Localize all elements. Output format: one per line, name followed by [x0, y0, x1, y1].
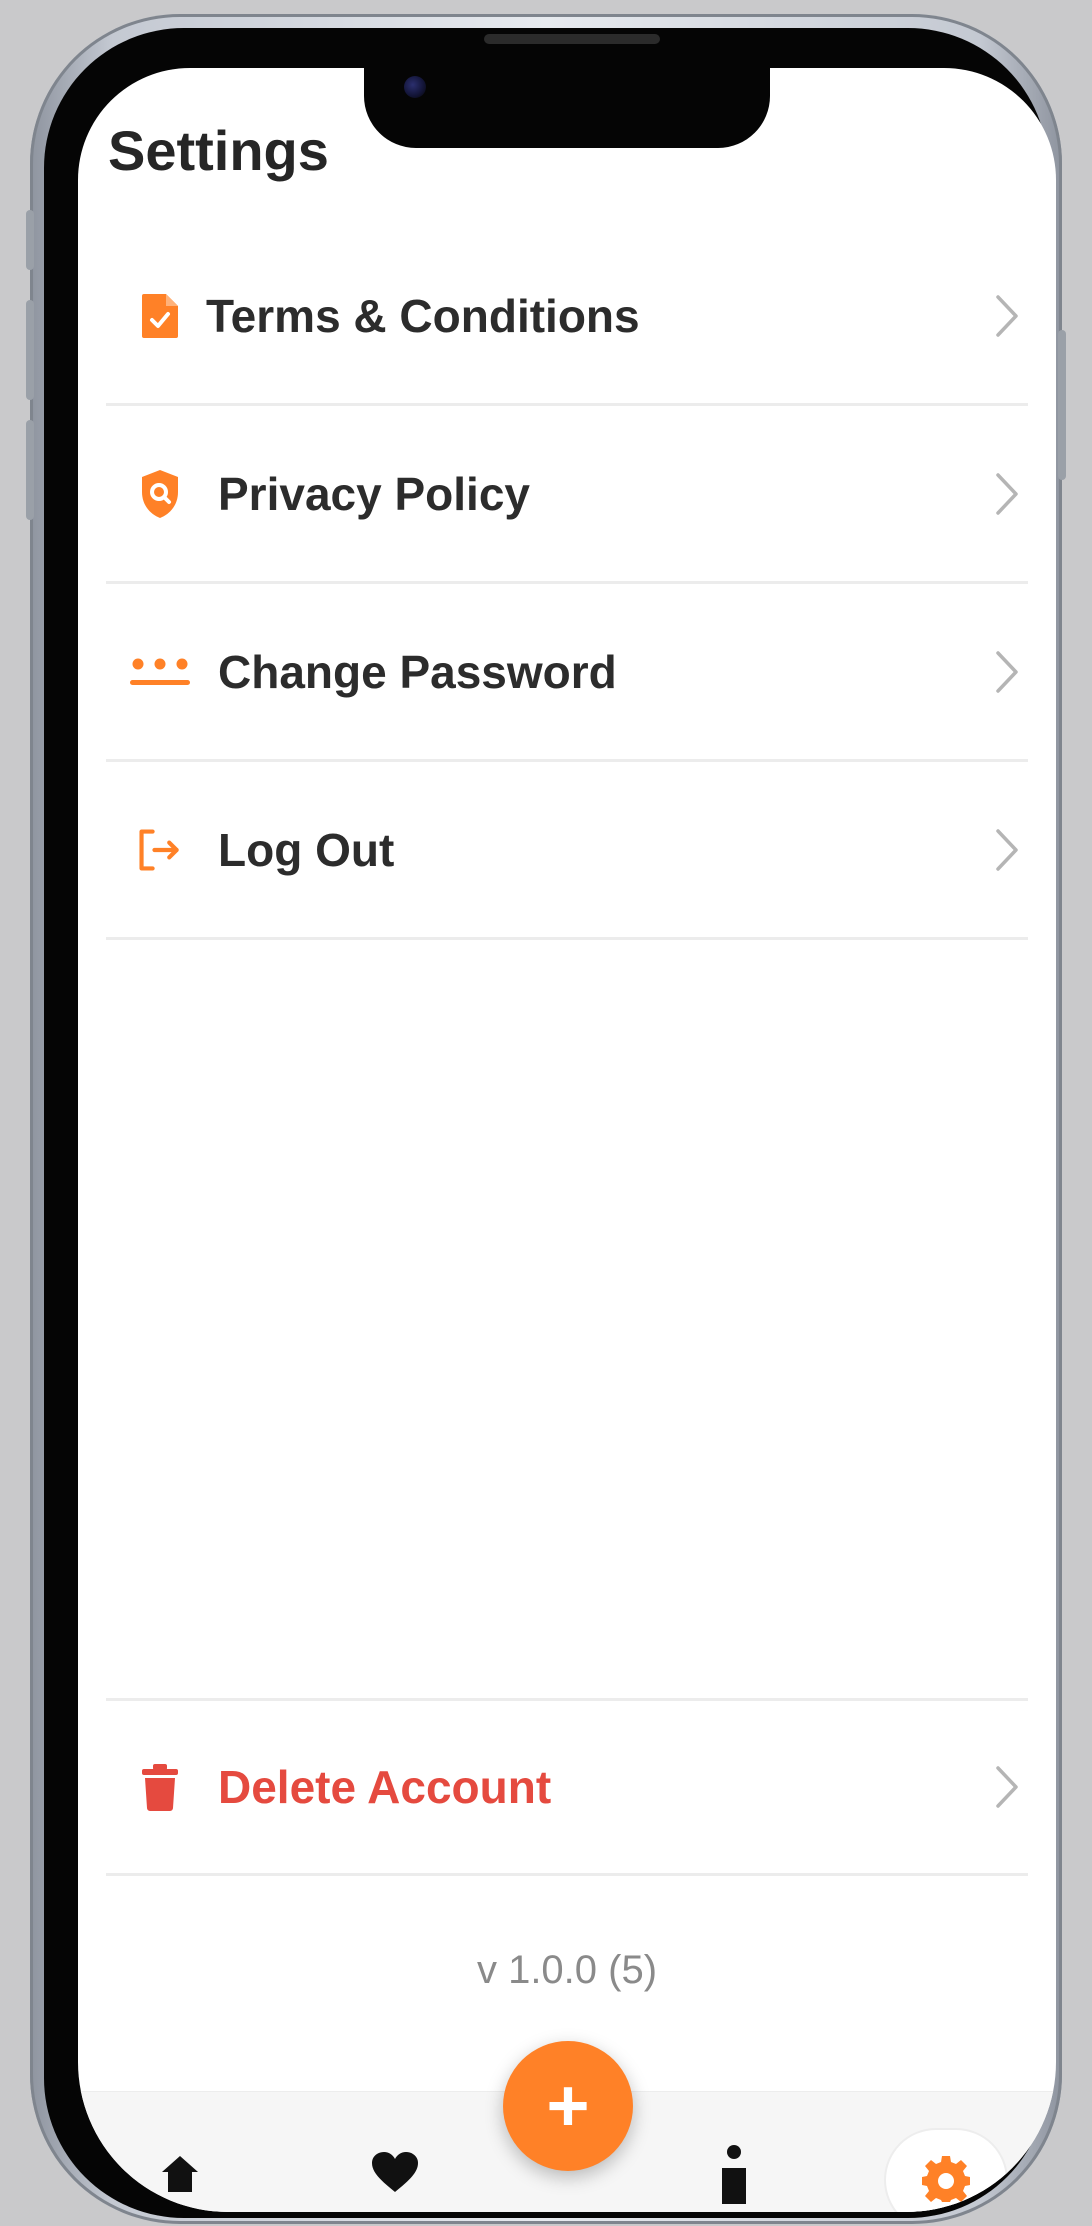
side-button	[26, 300, 34, 400]
side-button	[1058, 330, 1066, 480]
menu-item-logout[interactable]: Log Out	[106, 762, 1028, 940]
menu-item-privacy[interactable]: Privacy Policy	[106, 406, 1028, 584]
shield-search-icon	[136, 467, 184, 521]
side-button	[26, 420, 34, 520]
screen: Settings Terms & Conditions Privacy Poli…	[78, 68, 1056, 2212]
menu-item-delete-account[interactable]: Delete Account	[106, 1698, 1028, 1876]
chevron-right-icon	[996, 650, 1018, 693]
gear-icon	[922, 2156, 970, 2202]
tab-settings-active-pill[interactable]	[886, 2130, 1006, 2212]
person-icon[interactable]	[718, 2144, 750, 2204]
menu-item-label: Terms & Conditions	[206, 289, 640, 342]
menu-item-terms[interactable]: Terms & Conditions	[106, 228, 1028, 406]
chevron-right-icon	[996, 1766, 1018, 1808]
heart-icon[interactable]	[370, 2150, 420, 2194]
chevron-right-icon	[996, 294, 1018, 337]
notch	[364, 34, 770, 148]
chevron-right-icon	[996, 828, 1018, 871]
side-button	[26, 210, 34, 270]
document-check-icon	[136, 289, 184, 343]
speaker-grille	[484, 34, 660, 44]
chevron-right-icon	[996, 472, 1018, 515]
add-button[interactable]: +	[503, 2041, 633, 2171]
menu-item-label: Change Password	[218, 645, 617, 698]
front-camera	[404, 76, 426, 98]
password-dots-icon	[128, 645, 192, 699]
app-version: v 1.0.0 (5)	[476, 1948, 658, 1992]
menu-item-label: Privacy Policy	[218, 467, 530, 520]
menu-item-label: Log Out	[218, 823, 395, 876]
plus-icon: +	[546, 2064, 590, 2147]
delete-account-label: Delete Account	[218, 1761, 552, 1813]
home-icon[interactable]	[158, 2152, 202, 2192]
logout-icon	[136, 823, 184, 877]
page-title: Settings	[108, 119, 329, 182]
trash-icon	[136, 1760, 184, 1814]
menu-item-change-password[interactable]: Change Password	[106, 584, 1028, 762]
